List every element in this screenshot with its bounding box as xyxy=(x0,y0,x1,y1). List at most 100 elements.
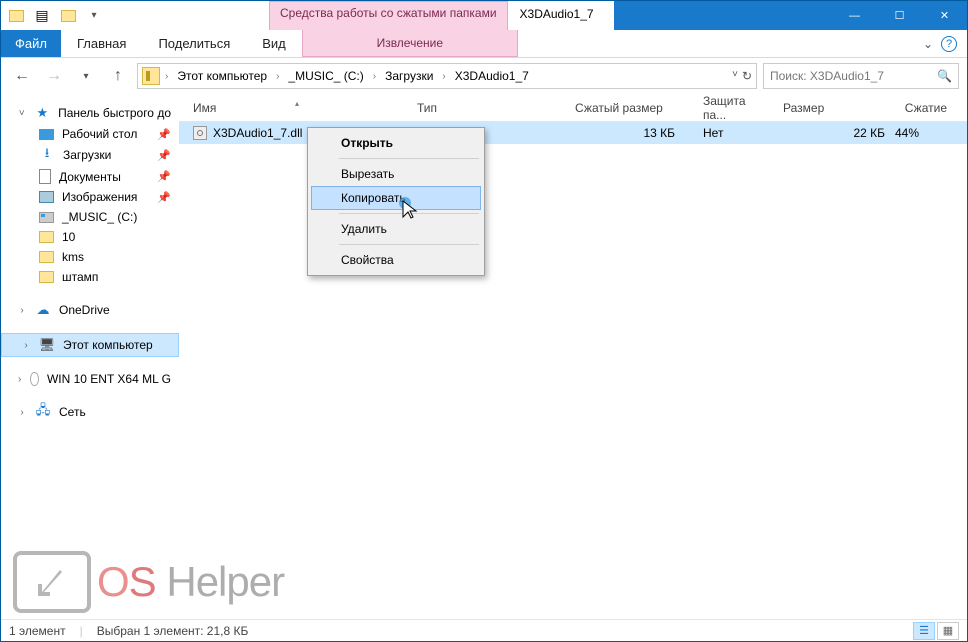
nav-item-label: Сеть xyxy=(59,405,86,419)
up-button[interactable]: ↑ xyxy=(105,63,131,89)
nav-folder-stamp[interactable]: штамп xyxy=(1,267,179,287)
maximize-button[interactable]: ☐ xyxy=(877,1,922,30)
minimize-button[interactable]: ― xyxy=(832,1,877,30)
qat-newfolder-icon[interactable] xyxy=(57,5,79,27)
forward-button[interactable]: → xyxy=(41,63,67,89)
drive-icon xyxy=(39,212,54,223)
status-bar: 1 элемент | Выбран 1 элемент: 21,8 КБ ☰ … xyxy=(1,619,967,641)
close-button[interactable]: ✕ xyxy=(922,1,967,30)
search-box[interactable]: Поиск: X3DAudio1_7 🔍 xyxy=(763,63,959,89)
status-item-count: 1 элемент xyxy=(9,624,66,638)
nav-desktop[interactable]: Рабочий стол📌 xyxy=(1,124,179,144)
chevron-down-icon[interactable]: ˅ xyxy=(17,108,27,119)
nav-item-label: Рабочий стол xyxy=(62,127,137,141)
nav-item-label: Этот компьютер xyxy=(63,338,153,352)
breadcrumb-downloads[interactable]: Загрузки xyxy=(381,69,437,83)
col-name[interactable]: Имя▴ xyxy=(185,101,409,115)
nav-onedrive[interactable]: ›☁OneDrive xyxy=(1,299,179,321)
context-menu: Открыть Вырезать Копировать Удалить Свой… xyxy=(307,127,485,276)
file-tab[interactable]: Файл xyxy=(1,30,61,57)
qat-properties-icon[interactable]: ▤ xyxy=(31,5,53,27)
thumbnails-view-button[interactable]: ▦ xyxy=(937,622,959,640)
file-compressed-size: 13 КБ xyxy=(567,126,695,140)
breadcrumb-thispc[interactable]: Этот компьютер xyxy=(173,69,271,83)
nav-pictures[interactable]: Изображения 📌 xyxy=(1,187,179,207)
nav-network[interactable]: ›🖧Сеть xyxy=(1,401,179,423)
file-row[interactable]: X3DAudio1_7.dll приложения 13 КБ Нет 22 … xyxy=(179,122,967,144)
titlebar: ▤ ▾ Средства работы со сжатыми папками X… xyxy=(1,1,967,30)
ctx-delete[interactable]: Удалить xyxy=(311,217,481,241)
col-type[interactable]: Тип xyxy=(409,101,567,115)
window-controls: ― ☐ ✕ xyxy=(832,1,967,30)
tab-view[interactable]: Вид xyxy=(246,30,302,57)
pin-icon: 📌 xyxy=(157,191,171,204)
file-ratio: 44% xyxy=(895,126,967,140)
mouse-cursor xyxy=(399,197,419,221)
star-icon: ★ xyxy=(35,105,50,121)
sort-indicator-icon: ▴ xyxy=(295,99,299,108)
navigation-row: ← → ▾ ↑ › Этот компьютер › _MUSIC_ (C:) … xyxy=(1,58,967,94)
nav-dvd[interactable]: › WIN 10 ENT X64 ML G xyxy=(1,369,179,389)
back-button[interactable]: ← xyxy=(9,63,35,89)
breadcrumb-sep[interactable]: › xyxy=(439,71,448,82)
address-bar[interactable]: › Этот компьютер › _MUSIC_ (C:) › Загруз… xyxy=(137,63,757,89)
content-area: Имя▴ Тип Сжатый размер Защита па... Разм… xyxy=(179,94,967,619)
col-compressed-size[interactable]: Сжатый размер xyxy=(567,101,695,115)
nav-folder-10[interactable]: 10 xyxy=(1,227,179,247)
breadcrumb-sep[interactable]: › xyxy=(162,71,171,82)
nav-item-label: Документы xyxy=(59,170,121,184)
tab-share[interactable]: Поделиться xyxy=(142,30,246,57)
chevron-right-icon[interactable]: › xyxy=(17,374,22,385)
nav-item-label: _MUSIC_ (C:) xyxy=(62,210,137,224)
ctx-copy[interactable]: Копировать xyxy=(311,186,481,210)
breadcrumb-sep[interactable]: › xyxy=(273,71,282,82)
search-icon[interactable]: 🔍 xyxy=(937,69,952,83)
document-icon xyxy=(39,169,51,184)
tab-extract[interactable]: Извлечение xyxy=(302,30,518,57)
status-selection: Выбран 1 элемент: 21,8 КБ xyxy=(97,624,249,638)
ctx-open[interactable]: Открыть xyxy=(311,131,481,155)
breadcrumb-current[interactable]: X3DAudio1_7 xyxy=(451,69,533,83)
nav-folder-kms[interactable]: kms xyxy=(1,247,179,267)
nav-item-label: Изображения xyxy=(62,190,137,204)
qat-customize-icon[interactable]: ▾ xyxy=(83,5,105,27)
refresh-icon[interactable]: ↻ xyxy=(742,69,752,83)
window-title: X3DAudio1_7 xyxy=(508,1,614,30)
col-ratio[interactable]: Сжатие xyxy=(895,101,967,115)
nav-this-pc[interactable]: ›🖥Этот компьютер xyxy=(1,333,179,357)
ribbon: Файл Главная Поделиться Вид Извлечение ⌄… xyxy=(1,30,967,58)
navigation-pane: ˅ ★ Панель быстрого до Рабочий стол📌 ⭳За… xyxy=(1,94,179,619)
breadcrumb-sep[interactable]: › xyxy=(370,71,379,82)
file-size: 22 КБ xyxy=(775,126,895,140)
nav-downloads[interactable]: ⭳Загрузки📌 xyxy=(1,144,179,166)
ctx-cut[interactable]: Вырезать xyxy=(311,162,481,186)
breadcrumb-drive[interactable]: _MUSIC_ (C:) xyxy=(284,69,367,83)
chevron-right-icon[interactable]: › xyxy=(17,407,27,418)
ctx-separator xyxy=(339,158,479,159)
disc-icon xyxy=(30,372,39,386)
search-placeholder: Поиск: X3DAudio1_7 xyxy=(770,69,937,83)
nav-drive-c[interactable]: _MUSIC_ (C:) xyxy=(1,207,179,227)
col-protection[interactable]: Защита па... xyxy=(695,94,775,122)
nav-item-label: OneDrive xyxy=(59,303,110,317)
folder-icon xyxy=(39,271,54,283)
tab-home[interactable]: Главная xyxy=(61,30,142,57)
nav-documents[interactable]: Документы📌 xyxy=(1,166,179,187)
pictures-icon xyxy=(39,191,54,203)
chevron-right-icon[interactable]: › xyxy=(21,340,31,351)
expand-ribbon-icon[interactable]: ⌄ xyxy=(923,37,933,51)
details-view-button[interactable]: ☰ xyxy=(913,622,935,640)
ctx-properties[interactable]: Свойства xyxy=(311,248,481,272)
address-dropdown-icon[interactable]: ˅ xyxy=(732,69,738,83)
folder-icon xyxy=(39,231,54,243)
help-icon[interactable]: ? xyxy=(941,36,957,52)
title-center: Средства работы со сжатыми папками X3DAu… xyxy=(269,1,614,30)
nav-item-label: WIN 10 ENT X64 ML G xyxy=(47,372,171,386)
quick-access-label: Панель быстрого до xyxy=(58,106,171,120)
col-size[interactable]: Размер xyxy=(775,101,895,115)
recent-locations-icon[interactable]: ▾ xyxy=(73,63,99,89)
dll-icon xyxy=(193,126,207,140)
watermark-cursor-icon xyxy=(13,551,91,613)
quick-access-header[interactable]: ˅ ★ Панель быстрого до xyxy=(1,102,179,124)
chevron-right-icon[interactable]: › xyxy=(17,305,27,316)
